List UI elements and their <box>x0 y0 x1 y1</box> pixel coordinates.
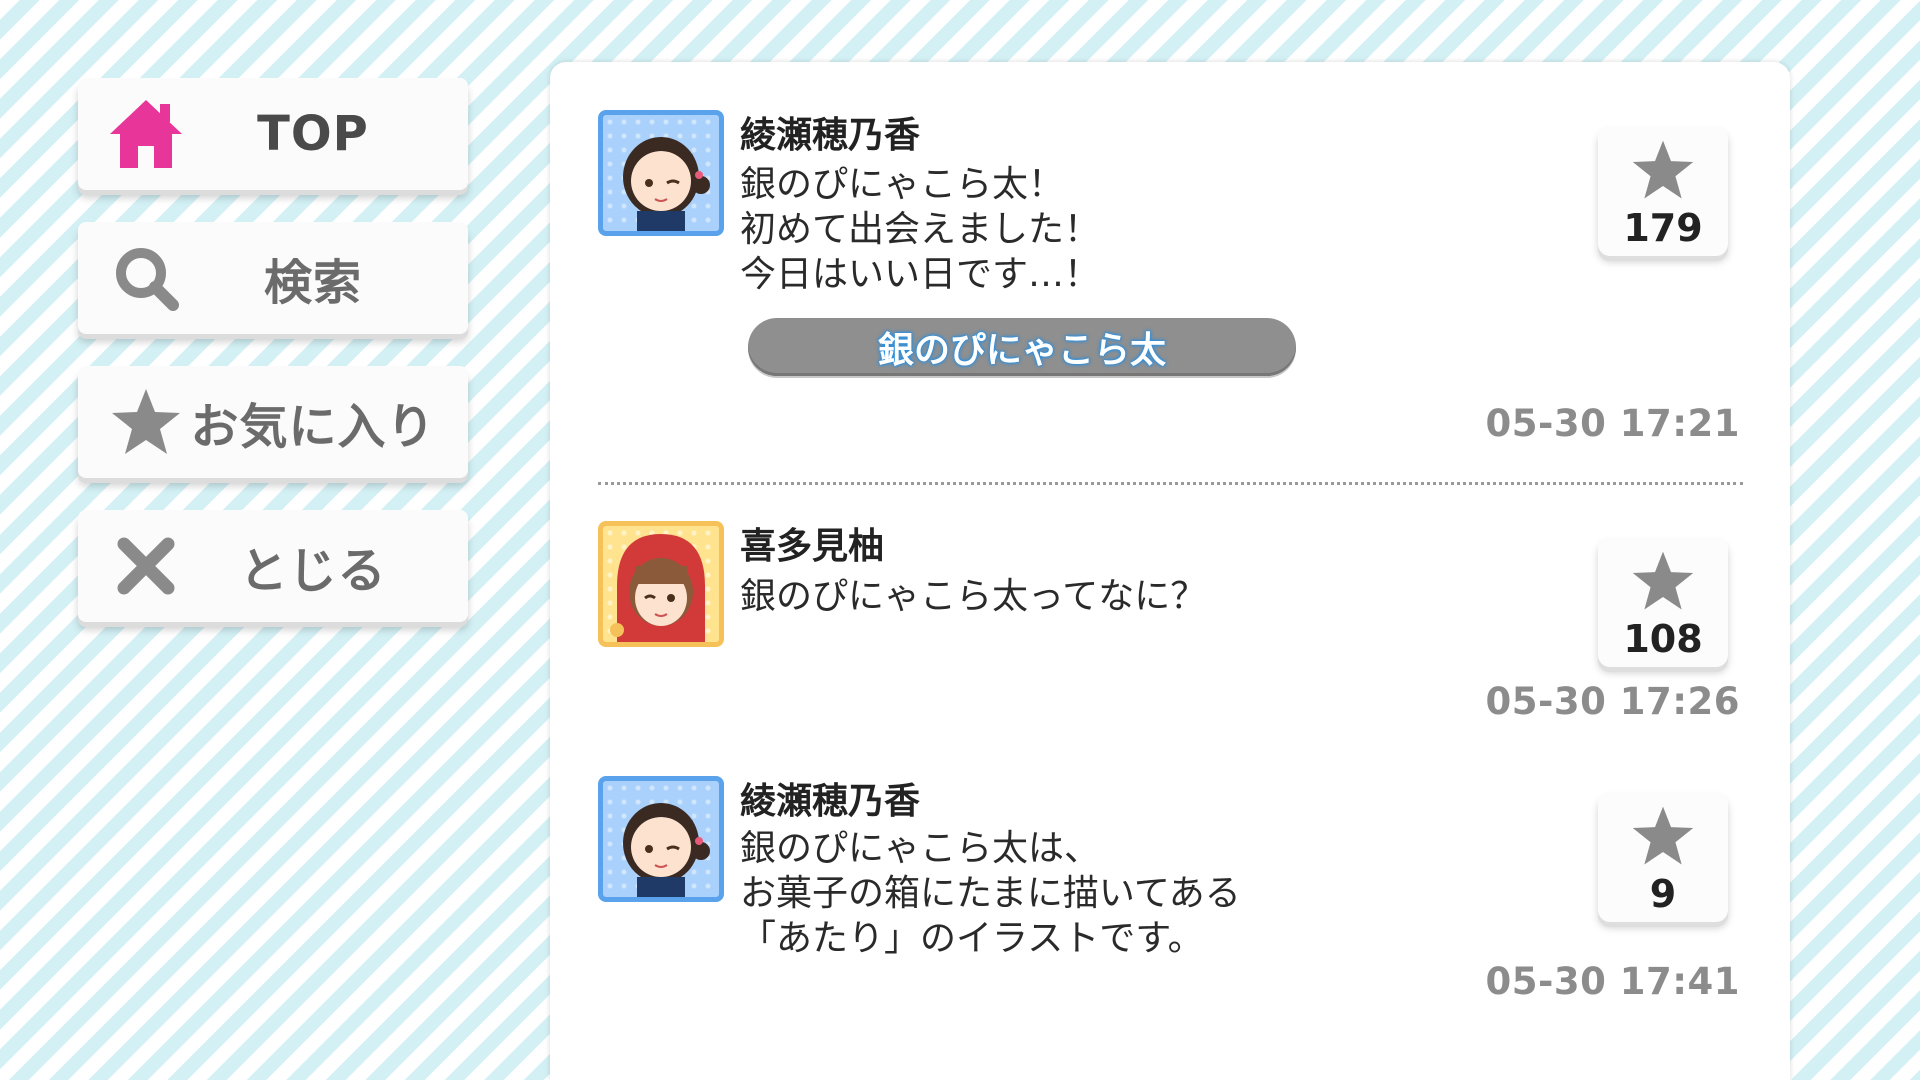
home-icon <box>106 94 186 174</box>
sidebar-item-search[interactable]: 検索 <box>78 222 468 334</box>
tag-label: 銀のぴにゃこら太 <box>877 330 1166 371</box>
post-message: 銀のぴにゃこら太！ 初めて出会えました！ 今日はいい日です…！ <box>740 164 1101 295</box>
sidebar-item-label: とじる <box>239 543 387 599</box>
post-message: 銀のぴにゃこら太ってなに？ <box>740 576 1207 617</box>
divider <box>598 482 1743 485</box>
star-icon <box>1632 551 1694 610</box>
post-list-panel[interactable]: 綾瀬穂乃香 銀のぴにゃこら太！ 初めて出会えました！ 今日はいい日です…！ 銀の… <box>550 62 1790 1080</box>
avatar <box>598 776 724 902</box>
star-icon <box>1632 140 1694 199</box>
star-icon <box>106 382 186 462</box>
sidebar-item-favorites[interactable]: お気に入り <box>78 366 468 478</box>
sidebar-item-close[interactable]: とじる <box>78 510 468 622</box>
tag-button[interactable]: 銀のぴにゃこら太 <box>748 318 1296 376</box>
like-count: 179 <box>1623 206 1703 250</box>
close-icon <box>106 526 186 606</box>
sidebar-item-top[interactable]: TOP <box>78 78 468 190</box>
avatar <box>598 110 724 236</box>
sidebar-item-label: TOP <box>257 106 369 162</box>
post-timestamp: 05-30 17:26 <box>1485 680 1740 723</box>
post-author: 綾瀬穂乃香 <box>740 115 921 156</box>
search-icon <box>106 238 186 318</box>
star-icon <box>1632 806 1694 865</box>
avatar <box>598 521 724 647</box>
post-timestamp: 05-30 17:41 <box>1485 960 1740 1003</box>
sidebar-item-label: 検索 <box>263 255 362 311</box>
post-timestamp: 05-30 17:21 <box>1485 402 1740 445</box>
like-count: 9 <box>1649 872 1677 916</box>
post-message: 銀のぴにゃこら太は、 お菓子の箱にたまに描いてある 「あたり」のイラストです。 <box>740 828 1241 959</box>
sidebar-item-label: お気に入り <box>190 399 436 455</box>
like-button[interactable]: 179 <box>1598 126 1728 256</box>
post-author: 喜多見柚 <box>740 526 885 567</box>
like-count: 108 <box>1623 617 1703 661</box>
post-author: 綾瀬穂乃香 <box>740 781 921 822</box>
like-button[interactable]: 9 <box>1598 792 1728 922</box>
like-button[interactable]: 108 <box>1598 537 1728 667</box>
